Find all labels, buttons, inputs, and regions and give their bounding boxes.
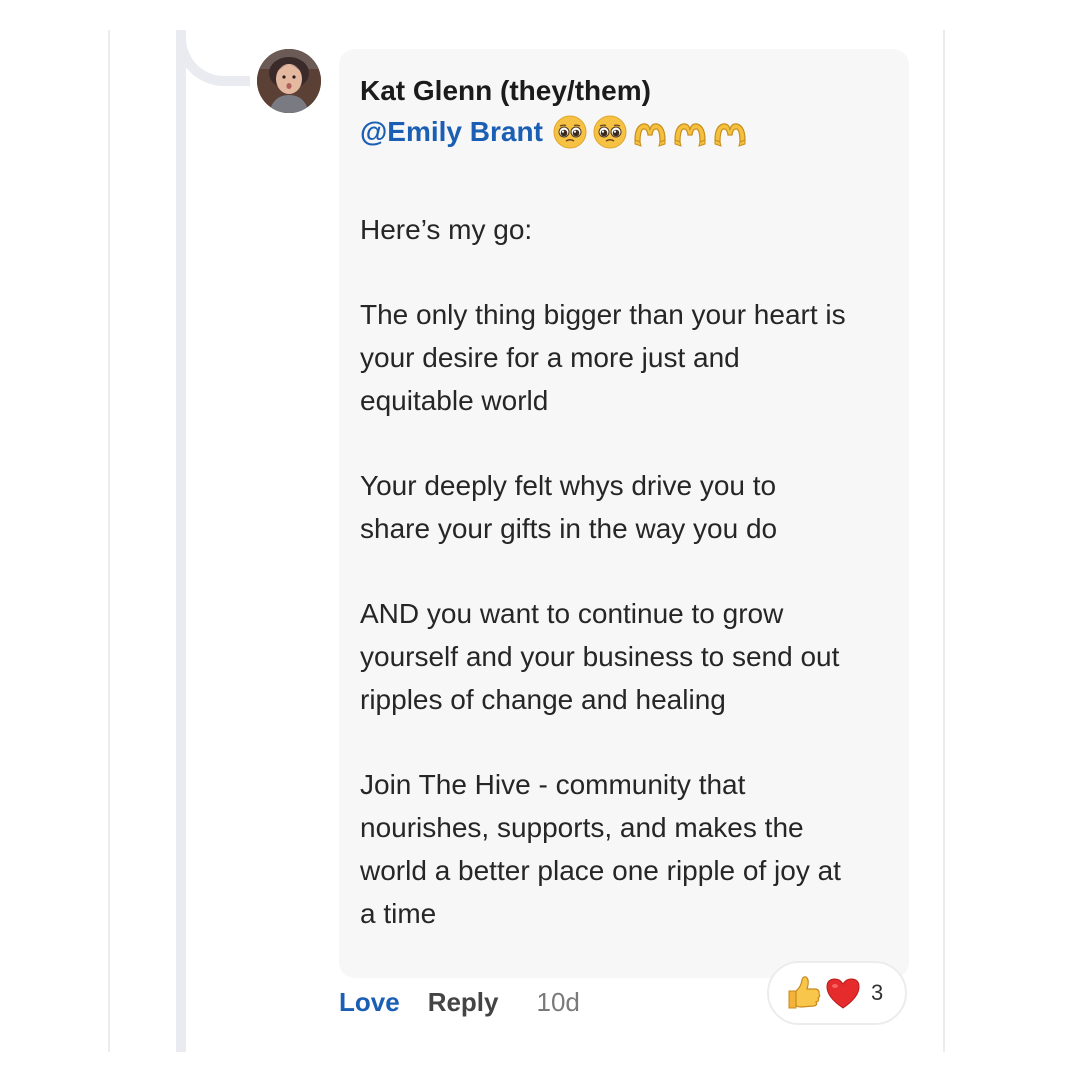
love-button[interactable]: Love: [339, 987, 400, 1018]
heart-hands-icon: [711, 113, 749, 151]
thread-connector-curve: [176, 30, 250, 86]
thumbs-up-icon: [783, 973, 823, 1013]
avatar-photo: [257, 49, 321, 113]
emoji-group: [551, 113, 749, 151]
comment-author[interactable]: Kat Glenn (they/them): [360, 71, 887, 111]
comment-bubble: Kat Glenn (they/them) @Emily Brant Here’…: [339, 49, 909, 978]
comment-paragraph: The only thing bigger than your heart is…: [360, 299, 846, 416]
mention-line: @Emily Brant: [360, 111, 887, 153]
comment-body: Here’s my go: The only thing bigger than…: [360, 208, 887, 935]
comment-paragraph: Join The Hive - community that nourishes…: [360, 769, 841, 929]
pleading-face-icon: [591, 113, 629, 151]
pleading-face-icon: [551, 113, 589, 151]
feed-border-right: [943, 30, 945, 1052]
reactions-summary[interactable]: 3: [767, 961, 907, 1025]
comment-timestamp: 10d: [536, 986, 580, 1017]
thread-connector-line: [176, 30, 186, 1052]
feed-border-left: [108, 30, 110, 1052]
reply-button[interactable]: Reply: [428, 987, 499, 1018]
heart-hands-icon: [631, 113, 669, 151]
avatar[interactable]: [257, 49, 321, 113]
heart-hands-icon: [671, 113, 709, 151]
red-heart-icon: [823, 973, 863, 1013]
comment-paragraph: AND you want to continue to grow yoursel…: [360, 598, 840, 715]
reaction-count: 3: [871, 980, 884, 1005]
mention-link[interactable]: @Emily Brant: [360, 111, 543, 153]
comment-actions: Love Reply 10d: [339, 980, 580, 1024]
comment-paragraph: Here’s my go:: [360, 214, 533, 245]
comment-paragraph: Your deeply felt whys drive you to share…: [360, 470, 778, 544]
